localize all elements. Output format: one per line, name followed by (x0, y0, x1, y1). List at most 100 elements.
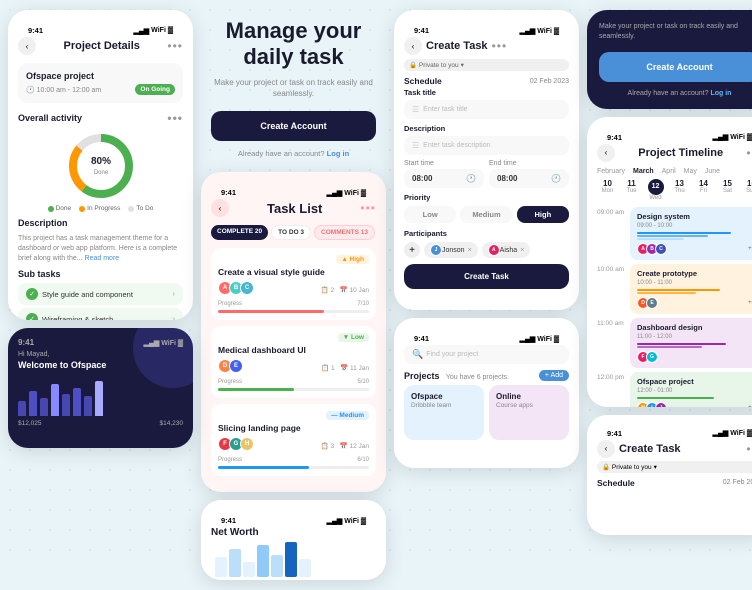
task-title: Medical dashboard UI (218, 345, 369, 355)
day-12-active[interactable]: 12 Wed (645, 179, 666, 201)
task-item[interactable]: — Medium Slicing landing page F G H 📋 3 … (211, 404, 376, 476)
timeline-item-dashboard[interactable]: 11:00 am Dashboard design 11:00 - 12:00 … (597, 318, 752, 368)
day-15[interactable]: 15 Sat (717, 179, 738, 201)
day-14[interactable]: 14 Fri (693, 179, 714, 201)
participant-avatar: J (430, 244, 442, 256)
ca-create-account-button[interactable]: Create Account (599, 52, 752, 82)
project-ofspace[interactable]: Ofspace Dribbble team (404, 385, 484, 440)
back-button-tasklist[interactable]: ‹ (211, 199, 229, 217)
description-section: Description This project has a task mana… (18, 218, 183, 263)
timeline-item-design-system[interactable]: 09:00 am Design system 09:00 - 10:00 A (597, 207, 752, 260)
projects-header: Projects You have 6 projects. + Add (404, 370, 569, 381)
task-item[interactable]: ▲ High Create a visual style guide A B C… (211, 248, 376, 320)
battery-icon: ▓ (168, 27, 173, 34)
add-participant-button[interactable]: + (404, 242, 420, 258)
remove-participant[interactable]: × (468, 247, 472, 254)
priority-medium[interactable]: Medium (460, 206, 512, 223)
nw-bar (215, 557, 227, 577)
progress-bar (218, 388, 369, 391)
project-grid: Ofspace Dribbble team Online Course apps (404, 385, 569, 440)
tl-bar (637, 397, 714, 399)
back-button[interactable]: ‹ (18, 37, 36, 55)
day-11[interactable]: 11 Tue (621, 179, 642, 201)
svg-text:80%: 80% (90, 156, 110, 167)
tl-time: 10:00 - 11:00 (637, 280, 752, 286)
tl-bar (637, 292, 696, 294)
month-march[interactable]: March (633, 168, 654, 175)
chevron-icon: › (173, 291, 175, 298)
tl-avatars: H I J (637, 402, 664, 407)
bar (29, 391, 37, 416)
priority-low[interactable]: Low (404, 206, 456, 223)
description-title: Description (18, 218, 183, 228)
task-item[interactable]: ▼ Low Medical dashboard UI D E 📋 1 📅 11 … (211, 326, 376, 398)
timeline-item-prototype[interactable]: 10:00 am Create prototype 10:00 - 11:00 … (597, 264, 752, 314)
back-button-timeline[interactable]: ‹ (597, 144, 615, 162)
timeline-more[interactable]: ••• (746, 146, 752, 160)
task-title-input[interactable]: ☰ Enter task title (404, 100, 569, 119)
day-13[interactable]: 13 Thu (669, 179, 690, 201)
timeline-task-card: Ofspace project 12:00 - 01:00 H I J +4 (630, 372, 752, 407)
day-10[interactable]: 10 Mon (597, 179, 618, 201)
month-june[interactable]: June (705, 168, 720, 175)
project-online[interactable]: Online Course apps (489, 385, 569, 440)
timeline-status: 9:41 ▂▄▆ WiFi ▓ (597, 127, 752, 144)
tl-bar (637, 232, 731, 234)
tab-todo[interactable]: TO DO 3 (271, 225, 311, 240)
more-options-button[interactable]: ••• (167, 39, 183, 53)
find-project-input[interactable]: 🔍 Find your project (404, 345, 569, 364)
day-16[interactable]: 16 Sun (741, 179, 752, 201)
project-name-ofspace: Ofspace (411, 392, 477, 401)
signal-icon: ▂▄▆ (133, 27, 149, 35)
priority-label: Priority (404, 193, 569, 202)
end-time-input[interactable]: 08:00 🕐 (489, 169, 569, 188)
activity-more[interactable]: ••• (167, 111, 183, 125)
task-list-header: ‹ Task List ••• (211, 199, 376, 217)
hero-login-link[interactable]: Log in (327, 149, 350, 158)
tl-title: Create prototype (637, 269, 752, 278)
privacy-badge[interactable]: 🔒 Private to you ▾ (404, 59, 569, 71)
hero-create-account-button[interactable]: Create Account (211, 111, 376, 141)
month-feb[interactable]: February (597, 168, 625, 175)
sub-task-item[interactable]: ✓ Wireframing & sketch › (18, 308, 183, 320)
months-row: February March April May June (597, 168, 752, 175)
start-time-input[interactable]: 08:00 🕐 (404, 169, 484, 188)
ctb-privacy-badge[interactable]: 🔒 Private to you ▾ (597, 461, 752, 473)
column-3: 9:41 ▂▄▆ WiFi ▓ ‹ Create Task ••• 🔒 Priv… (394, 10, 579, 580)
timeline-item-ofspace[interactable]: 12:00 pm Ofspace project 12:00 - 01:00 H… (597, 372, 752, 407)
net-worth-status: 9:41 ▂▄▆ WiFi ▓ (211, 510, 376, 527)
create-task-bottom-card: 9:41 ▂▄▆ WiFi ▓ ‹ Create Task ••• 🔒 Priv… (587, 415, 752, 535)
month-may[interactable]: May (684, 168, 697, 175)
description-label: Description (404, 124, 569, 133)
days-row: 10 Mon 11 Tue 12 Wed 13 Thu 14 Fri (597, 179, 752, 201)
projects-status: 9:41 ▂▄▆ WiFi ▓ (404, 328, 569, 345)
task-description-input[interactable]: ☰ Enter task description (404, 136, 569, 155)
priority-high[interactable]: High (517, 206, 569, 223)
tab-comments[interactable]: COMMENTS 13 (314, 225, 375, 240)
amount-label: $12,025 (18, 420, 42, 427)
task-list-card: 9:41 ▂▄▆ WiFi ▓ ‹ Task List ••• COMPLETE… (201, 172, 386, 492)
task-avatars: D E (218, 359, 240, 373)
add-project-button[interactable]: + Add (539, 370, 569, 381)
sub-task-item[interactable]: ✓ Style guide and component › (18, 283, 183, 305)
create-task-button[interactable]: Create Task (404, 264, 569, 289)
create-task-more[interactable]: ••• (492, 39, 508, 53)
find-placeholder: Find your project (426, 351, 478, 358)
clock-icon-2: 🕐 (551, 174, 561, 183)
legend-inprogress: In Progress (79, 205, 120, 212)
remove-participant[interactable]: × (520, 247, 524, 254)
task-list-more[interactable]: ••• (360, 201, 376, 215)
back-button-create-task[interactable]: ‹ (404, 37, 422, 55)
ca-login-link[interactable]: Log in (710, 90, 731, 97)
tab-complete[interactable]: COMPLETE 20 (211, 225, 268, 240)
sub-task-label: Wireframing & sketch (42, 315, 113, 320)
amount-label: $14,230 (160, 420, 184, 427)
task-list-status-bar: 9:41 ▂▄▆ WiFi ▓ (211, 182, 376, 199)
welcome-text: Welcome to Ofspace (18, 360, 183, 370)
read-more-link[interactable]: Read more (85, 255, 120, 262)
back-button-ctb[interactable]: ‹ (597, 440, 615, 458)
ctb-more[interactable]: ••• (746, 442, 752, 456)
month-april[interactable]: April (662, 168, 676, 175)
tl-time: 12:00 - 01:00 (637, 388, 752, 394)
ca-subtitle: Make your project or task on track easil… (599, 22, 752, 42)
